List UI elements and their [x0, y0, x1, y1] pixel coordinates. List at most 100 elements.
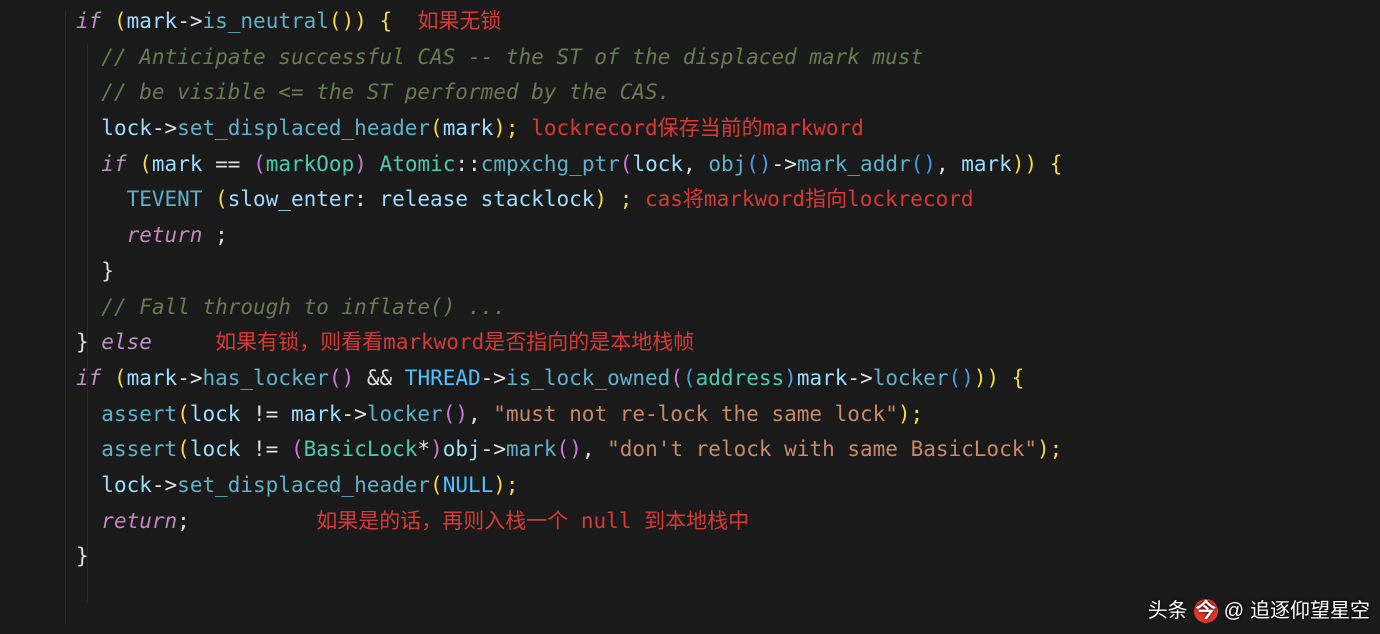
comment: // be visible <= the ST performed by the… — [101, 80, 670, 104]
arrow: -> — [481, 366, 506, 390]
punct: , — [468, 402, 493, 426]
paren: () — [329, 366, 354, 390]
arrow: -> — [152, 116, 177, 140]
comment: // Anticipate successful CAS -- the ST o… — [101, 45, 923, 69]
paren: ); — [493, 116, 518, 140]
paren: ( — [430, 116, 443, 140]
paren: ( — [114, 366, 127, 390]
function: has_locker — [202, 366, 328, 390]
arg: slow_enter — [228, 187, 354, 211]
paren: ( — [202, 187, 227, 211]
paren: )) { — [1012, 152, 1063, 176]
annotation: lockrecord保存当前的markword — [531, 116, 864, 140]
punct: : — [354, 187, 379, 211]
function: TEVENT — [127, 187, 203, 211]
punct: ; — [202, 223, 227, 247]
identifier: mark — [152, 152, 203, 176]
type: address — [696, 366, 785, 390]
punct: * — [417, 437, 430, 461]
function: mark_addr — [797, 152, 911, 176]
arg: obj — [443, 437, 481, 461]
string: "must not re-lock the same lock" — [493, 402, 898, 426]
annotation: 如果是的话，再则入栈一个 null 到本地栈中 — [316, 509, 749, 533]
punct: :: — [455, 152, 480, 176]
keyword-if: if — [76, 9, 101, 33]
arg: release stacklock — [379, 187, 594, 211]
watermark-prefix: 头条 — [1148, 594, 1188, 628]
indent-guide-2 — [87, 44, 88, 602]
paren: () — [557, 437, 582, 461]
function: obj — [708, 152, 746, 176]
identifier: mark — [797, 366, 848, 390]
string: "don't relock with same BasicLock" — [607, 437, 1037, 461]
paren: ) ; — [594, 187, 632, 211]
paren: ( — [253, 152, 266, 176]
function: locker — [873, 366, 949, 390]
function: is_neutral — [202, 9, 328, 33]
arrow: -> — [177, 9, 202, 33]
arg: mark — [291, 402, 342, 426]
watermark-name: 追逐仰望星空 — [1250, 594, 1370, 628]
arrow: -> — [772, 152, 797, 176]
function: assert — [101, 402, 177, 426]
operator: && — [354, 366, 405, 390]
arrow: -> — [152, 473, 177, 497]
paren: ( — [114, 9, 127, 33]
identifier: mark — [127, 366, 178, 390]
paren: ) — [784, 366, 797, 390]
function: set_displaced_header — [177, 473, 430, 497]
class: Atomic — [380, 152, 456, 176]
const: NULL — [443, 473, 494, 497]
punct: , — [683, 152, 708, 176]
paren: ( — [177, 437, 190, 461]
identifier: lock — [101, 116, 152, 140]
arg: mark — [961, 152, 1012, 176]
paren: ( — [620, 152, 633, 176]
keyword-return: return — [101, 509, 177, 533]
annotation: cas将markword指向lockrecord — [645, 187, 974, 211]
type: markOop — [266, 152, 355, 176]
paren: () — [911, 152, 936, 176]
operator: == — [202, 152, 253, 176]
paren: () — [443, 402, 468, 426]
watermark-logo-icon: 今 — [1194, 599, 1218, 623]
paren: ( — [430, 473, 443, 497]
paren: () — [746, 152, 771, 176]
paren: ); — [493, 473, 518, 497]
paren: ( — [291, 437, 304, 461]
watermark: 头条 今 @追逐仰望星空 — [1148, 594, 1370, 628]
paren: ) — [354, 152, 367, 176]
paren: ( — [177, 402, 190, 426]
code-block: if (mark->is_neutral()) { 如果无锁 // Antici… — [0, 0, 1380, 575]
paren: ( — [139, 152, 152, 176]
function: is_lock_owned — [506, 366, 670, 390]
annotation: 如果无锁 — [417, 9, 501, 33]
arg: lock — [190, 402, 241, 426]
keyword-return: return — [127, 223, 203, 247]
annotation: 如果有锁，则看看markword是否指向的是本地栈帧 — [215, 330, 694, 354]
brace: } — [101, 259, 114, 283]
keyword-else: else — [89, 330, 152, 354]
paren: ); — [1037, 437, 1062, 461]
punct: , — [582, 437, 607, 461]
punct: ; — [177, 509, 190, 533]
keyword-if: if — [76, 366, 101, 390]
paren: ) — [430, 437, 443, 461]
arrow: -> — [481, 437, 506, 461]
function: cmpxchg_ptr — [481, 152, 620, 176]
paren: () — [949, 366, 974, 390]
arg: lock — [190, 437, 241, 461]
indent-guide-1 — [65, 10, 66, 624]
paren: )) { — [974, 366, 1025, 390]
arrow: -> — [342, 402, 367, 426]
comment: // Fall through to inflate() ... — [101, 295, 506, 319]
arg: mark — [443, 116, 494, 140]
operator: != — [240, 437, 291, 461]
paren: ()) { — [329, 9, 392, 33]
keyword-if: if — [101, 152, 126, 176]
watermark-at: @ — [1224, 594, 1244, 628]
arrow: -> — [847, 366, 872, 390]
function: mark — [506, 437, 557, 461]
const: THREAD — [405, 366, 481, 390]
function: set_displaced_header — [177, 116, 430, 140]
